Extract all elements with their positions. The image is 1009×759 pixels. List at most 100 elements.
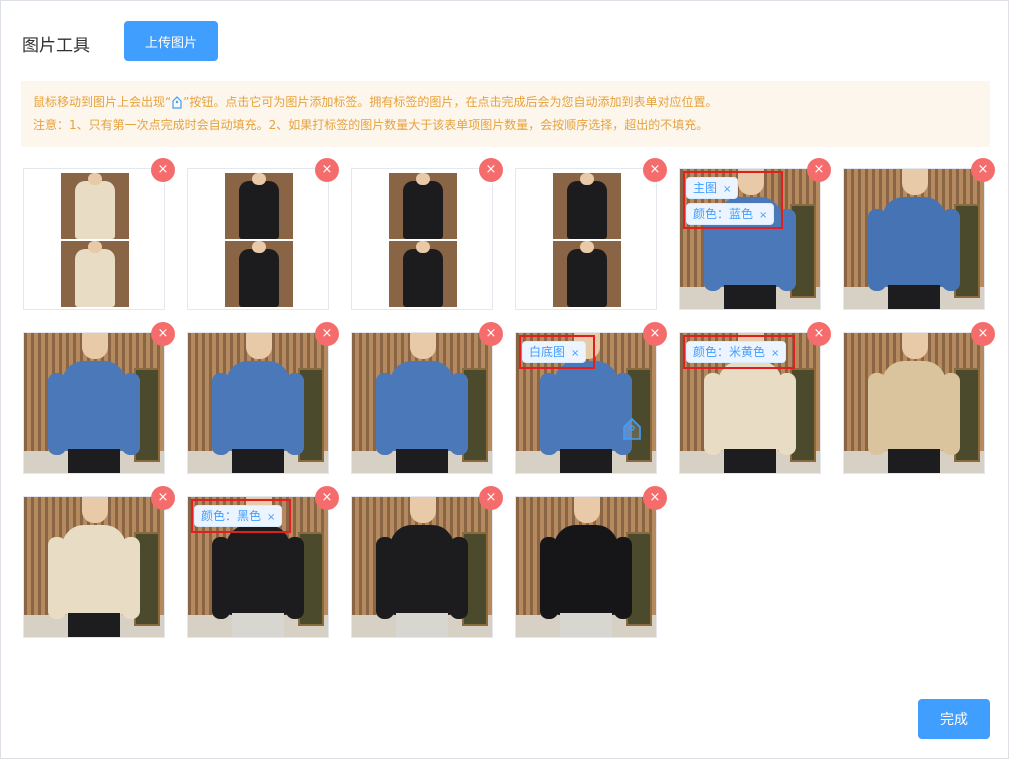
image-card[interactable]: 颜色：黑色 × × (187, 486, 339, 638)
model (208, 333, 308, 473)
image-card[interactable]: × (843, 158, 995, 310)
image-card[interactable]: × (351, 486, 503, 638)
image-card[interactable]: 白底图 × × (515, 322, 667, 474)
tag-list: 颜色：黑色 × (194, 505, 283, 531)
sweater (554, 525, 618, 615)
image-grid: × × × × 主图 × 颜色：蓝色 × × × × × × 白底图 × × 颜色：米黄色 × × × × 颜色：黑色 × ×… (1, 1, 1008, 758)
tag-label: 颜色：米黄色 (693, 345, 766, 359)
collage-half (225, 241, 293, 307)
pants (232, 449, 284, 473)
tag-label: 白底图 (529, 345, 566, 359)
model-head (580, 173, 594, 185)
delete-image-button[interactable]: × (643, 322, 667, 346)
image-card[interactable]: × (515, 486, 667, 638)
tag-remove-icon[interactable]: × (759, 210, 767, 221)
collage-half (225, 173, 293, 239)
delete-image-button[interactable]: × (151, 486, 175, 510)
tag-remove-icon[interactable]: × (771, 348, 779, 359)
tag-remove-icon[interactable]: × (571, 348, 579, 359)
pants (396, 449, 448, 473)
delete-image-button[interactable]: × (807, 158, 831, 182)
sweater (718, 361, 782, 451)
model-head (580, 241, 594, 253)
delete-image-button[interactable]: × (315, 486, 339, 510)
image-card[interactable]: × (515, 158, 667, 310)
sweater (75, 249, 115, 307)
image-card[interactable]: × (23, 322, 175, 474)
tag-list: 白底图 × (522, 341, 587, 367)
tag-list: 主图 × 颜色：蓝色 × (686, 177, 775, 229)
image-card[interactable]: × (351, 158, 503, 310)
delete-image-button[interactable]: × (315, 158, 339, 182)
product-image (24, 169, 164, 309)
product-image (352, 169, 492, 309)
delete-image-button[interactable]: × (479, 486, 503, 510)
delete-image-button[interactable]: × (971, 158, 995, 182)
delete-image-button[interactable]: × (643, 158, 667, 182)
model-head (902, 333, 928, 359)
model (864, 333, 964, 473)
add-tag-icon[interactable] (622, 417, 642, 441)
product-image (188, 333, 328, 473)
image-tool-dialog: 图片工具 上传图片 鼠标移动到图片上会出现“ ”按钮。点击它可为图片添加标签。拥有… (0, 0, 1009, 759)
model-head (902, 169, 928, 195)
delete-image-button[interactable]: × (151, 322, 175, 346)
model-head (252, 173, 266, 185)
image-card[interactable]: × (187, 158, 339, 310)
pants (232, 613, 284, 637)
sweater (403, 249, 443, 307)
product-image (24, 497, 164, 637)
image-tag: 白底图 × (522, 341, 587, 363)
collage-half (389, 241, 457, 307)
sweater (62, 361, 126, 451)
product-image (352, 497, 492, 637)
sweater (882, 361, 946, 451)
pants (560, 449, 612, 473)
product-image (516, 497, 656, 637)
delete-image-button[interactable]: × (315, 322, 339, 346)
tag-label: 颜色：蓝色 (693, 207, 754, 221)
pants (888, 449, 940, 473)
pants (888, 285, 940, 309)
image-card[interactable]: × (23, 158, 175, 310)
product-image (352, 333, 492, 473)
image-card[interactable]: × (351, 322, 503, 474)
sweater (239, 181, 279, 239)
collage-image (225, 173, 293, 307)
finish-button[interactable]: 完成 (918, 699, 990, 739)
model-head (88, 241, 102, 253)
image-tag: 颜色：黑色 × (194, 505, 283, 527)
delete-image-button[interactable]: × (479, 322, 503, 346)
tag-list: 颜色：米黄色 × (686, 341, 787, 367)
delete-image-button[interactable]: × (151, 158, 175, 182)
collage-half (61, 173, 129, 239)
model (372, 333, 472, 473)
product-image (844, 333, 984, 473)
image-tag: 颜色：蓝色 × (686, 203, 775, 225)
collage-half (553, 241, 621, 307)
model-head (416, 241, 430, 253)
delete-image-button[interactable]: × (807, 322, 831, 346)
pants (560, 613, 612, 637)
collage-image (61, 173, 129, 307)
tag-label: 主图 (693, 181, 718, 195)
image-card[interactable]: × (843, 322, 995, 474)
image-card[interactable]: × (187, 322, 339, 474)
collage-half (61, 241, 129, 307)
image-card[interactable]: 颜色：米黄色 × × (679, 322, 831, 474)
sweater (239, 249, 279, 307)
delete-image-button[interactable]: × (643, 486, 667, 510)
model (44, 333, 144, 473)
model-head (88, 173, 102, 185)
image-card[interactable]: × (23, 486, 175, 638)
delete-image-button[interactable]: × (971, 322, 995, 346)
image-card[interactable]: 主图 × 颜色：蓝色 × × (679, 158, 831, 310)
tag-remove-icon[interactable]: × (267, 512, 275, 523)
sweater (554, 361, 618, 451)
tag-remove-icon[interactable]: × (723, 184, 731, 195)
model (864, 169, 964, 309)
sweater (567, 181, 607, 239)
product-image (516, 169, 656, 309)
collage-half (553, 173, 621, 239)
delete-image-button[interactable]: × (479, 158, 503, 182)
